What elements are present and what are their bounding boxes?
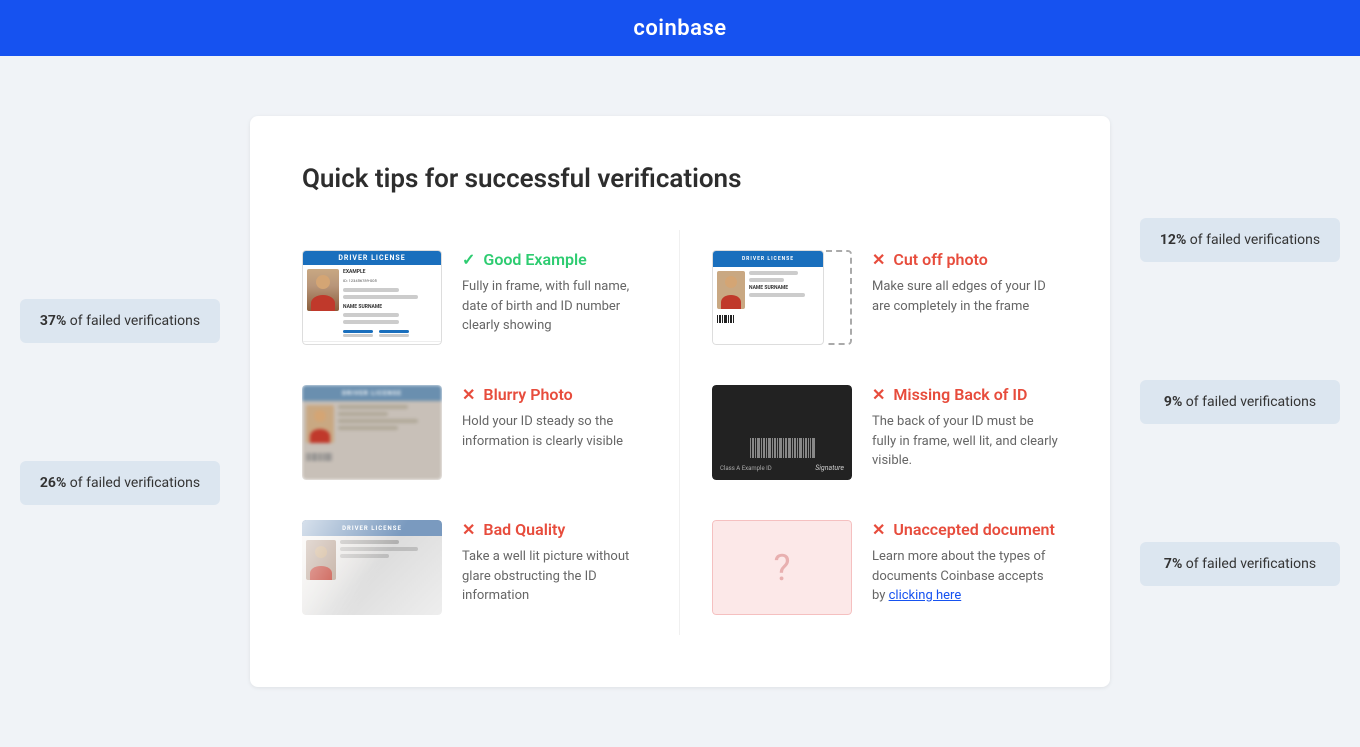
right-badge-3-percent: 7%: [1164, 556, 1182, 572]
tip-title-unaccepted: ✕ Unaccepted document: [872, 520, 1058, 539]
tip-title-text-good: Good Example: [483, 250, 586, 269]
right-badge-3-label: of failed verifications: [1186, 556, 1316, 572]
right-badge-2-label: of failed verifications: [1186, 394, 1316, 410]
left-badges: 37% of failed verifications 26% of faile…: [20, 299, 220, 505]
right-badge-1-percent: 12%: [1160, 232, 1186, 248]
tip-desc-blurry: Hold your ID steady so the information i…: [462, 412, 647, 451]
x-icon-back: ✕: [872, 385, 885, 404]
tip-desc-cutoff: Make sure all edges of your ID are compl…: [872, 277, 1058, 316]
main-card: Quick tips for successful verifications …: [250, 116, 1110, 687]
tip-title-text-back: Missing Back of ID: [893, 385, 1027, 404]
tip-image-cutoff: DRIVER LICENSE: [712, 250, 852, 345]
tip-content-unaccepted: ✕ Unaccepted document Learn more about t…: [872, 520, 1058, 606]
tip-title-back: ✕ Missing Back of ID: [872, 385, 1058, 404]
tip-bad-quality: DRIVER LICENSE: [302, 500, 647, 635]
right-badge-2: 9% of failed verifications: [1140, 380, 1340, 424]
tip-content-back: ✕ Missing Back of ID The back of your ID…: [872, 385, 1058, 471]
tips-right-column: DRIVER LICENSE: [680, 230, 1058, 635]
right-badges: 12% of failed verifications 9% of failed…: [1140, 218, 1340, 586]
tip-title-cutoff: ✕ Cut off photo: [872, 250, 1058, 269]
x-icon-blurry: ✕: [462, 385, 475, 404]
tips-grid: DRIVER LICENSE EXAMPLE ID: 123456789-005…: [302, 230, 1058, 635]
left-badge-2-label: of failed verifications: [70, 475, 200, 491]
question-mark-icon: ?: [773, 547, 790, 589]
check-icon: ✓: [462, 250, 475, 269]
tips-left-column: DRIVER LICENSE EXAMPLE ID: 123456789-005…: [302, 230, 680, 635]
tip-content-blurry: ✕ Blurry Photo Hold your ID steady so th…: [462, 385, 647, 451]
left-badge-2-percent: 26%: [40, 475, 66, 491]
tip-image-quality: DRIVER LICENSE: [302, 520, 442, 615]
tip-desc-quality: Take a well lit picture without glare ob…: [462, 547, 647, 606]
tip-cutoff-photo: DRIVER LICENSE: [712, 230, 1058, 365]
tip-good-example: DRIVER LICENSE EXAMPLE ID: 123456789-005…: [302, 230, 647, 365]
tip-image-good: DRIVER LICENSE EXAMPLE ID: 123456789-005…: [302, 250, 442, 345]
tip-title-text-quality: Bad Quality: [483, 520, 565, 539]
left-badge-1: 37% of failed verifications: [20, 299, 220, 343]
tip-image-unknown: ?: [712, 520, 852, 615]
left-badge-1-percent: 37%: [40, 313, 66, 329]
x-icon-cutoff: ✕: [872, 250, 885, 269]
tip-image-back: Class A Example ID Signature: [712, 385, 852, 480]
right-badge-1: 12% of failed verifications: [1140, 218, 1340, 262]
x-icon-quality: ✕: [462, 520, 475, 539]
page-body: 37% of failed verifications 26% of faile…: [0, 56, 1360, 747]
clicking-here-link[interactable]: clicking here: [889, 588, 962, 603]
tip-title-blurry: ✕ Blurry Photo: [462, 385, 647, 404]
tip-title-quality: ✕ Bad Quality: [462, 520, 647, 539]
left-badge-2: 26% of failed verifications: [20, 461, 220, 505]
page-title: Quick tips for successful verifications: [302, 164, 1058, 194]
tip-title-text-cutoff: Cut off photo: [893, 250, 987, 269]
tip-title-text-blurry: Blurry Photo: [483, 385, 572, 404]
coinbase-logo: coinbase: [633, 16, 726, 41]
tip-unaccepted: ? ✕ Unaccepted document Learn more about…: [712, 500, 1058, 635]
tip-desc-unaccepted: Learn more about the types of documents …: [872, 547, 1058, 606]
app-header: coinbase: [0, 0, 1360, 56]
x-icon-unaccepted: ✕: [872, 520, 885, 539]
tip-content-quality: ✕ Bad Quality Take a well lit picture wi…: [462, 520, 647, 606]
tip-blurry-photo: DRIVER LICENSE: [302, 365, 647, 500]
tip-content-cutoff: ✕ Cut off photo Make sure all edges of y…: [872, 250, 1058, 316]
right-badge-3: 7% of failed verifications: [1140, 542, 1340, 586]
tip-desc-back: The back of your ID must be fully in fra…: [872, 412, 1058, 471]
tip-desc-good: Fully in frame, with full name, date of …: [462, 277, 647, 336]
right-badge-1-label: of failed verifications: [1190, 232, 1320, 248]
tip-content-good: ✓ Good Example Fully in frame, with full…: [462, 250, 647, 336]
left-badge-1-label: of failed verifications: [70, 313, 200, 329]
tip-missing-back: Class A Example ID Signature ✕ Missing B…: [712, 365, 1058, 500]
tip-image-blurry: DRIVER LICENSE: [302, 385, 442, 480]
right-badge-2-percent: 9%: [1164, 394, 1182, 410]
tip-title-good: ✓ Good Example: [462, 250, 647, 269]
tip-title-text-unaccepted: Unaccepted document: [893, 520, 1054, 539]
